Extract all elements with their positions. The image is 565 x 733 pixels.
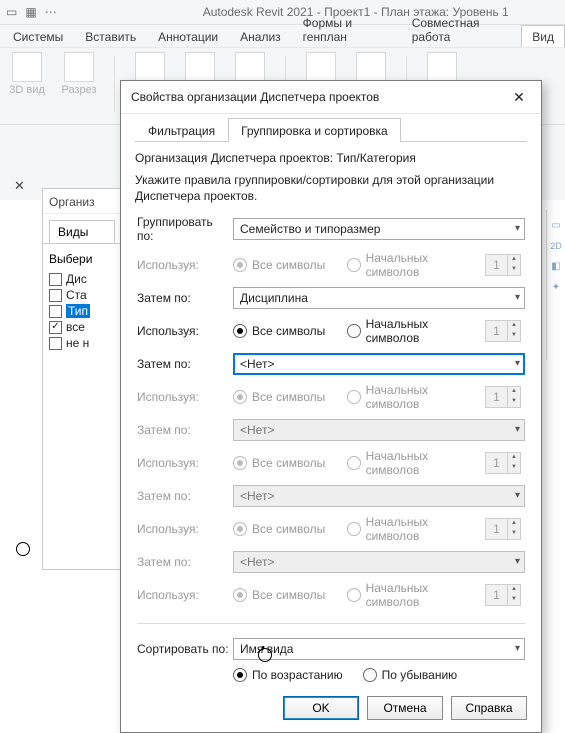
combo-group-4: <Нет>▾ — [233, 419, 525, 441]
chevron-down-icon: ▾ — [515, 223, 520, 234]
dialog-close-button[interactable]: ✕ — [505, 85, 533, 109]
label-using: Используя: — [135, 379, 231, 415]
cursor-indicator — [16, 542, 30, 556]
radio-all-chars-6: Все символы — [233, 588, 325, 602]
combo-group-3[interactable]: <Нет>▾ — [233, 353, 525, 375]
spin-leading-4: 1▲▼ — [485, 452, 521, 474]
label-then-by: Затем по: — [135, 349, 231, 379]
radio-leading-chars-3: Начальных символов — [347, 383, 481, 411]
label-group-by: Группировать по: — [135, 211, 231, 247]
label-using: Используя: — [135, 577, 231, 613]
radio-leading-chars-1: Начальных символов — [347, 251, 481, 279]
combo-group-5: <Нет>▾ — [233, 485, 525, 507]
cancel-button[interactable]: Отмена — [367, 696, 443, 720]
chevron-down-icon: ▾ — [515, 643, 520, 654]
label-using: Используя: — [135, 445, 231, 481]
cursor-indicator — [258, 648, 272, 662]
combo-group-1[interactable]: Семейство и типоразмер▾ — [233, 218, 525, 240]
dialog-info-1: Организация Диспетчера проектов: Тип/Кат… — [135, 150, 527, 166]
radio-all-chars-4: Все символы — [233, 456, 325, 470]
combo-sort[interactable]: Имя вида▾ — [233, 638, 525, 660]
dialog-info-2: Укажите правила группировки/сортировки д… — [135, 172, 527, 204]
radio-all-chars-3: Все символы — [233, 390, 325, 404]
label-using: Используя: — [135, 247, 231, 283]
label-using: Используя: — [135, 511, 231, 547]
radio-leading-chars-2[interactable]: Начальных символов — [347, 317, 481, 345]
radio-leading-chars-5: Начальных символов — [347, 515, 481, 543]
label-then-by: Затем по: — [135, 481, 231, 511]
label-then-by: Затем по: — [135, 415, 231, 445]
chevron-down-icon: ▾ — [515, 358, 520, 369]
tab-grouping-sorting[interactable]: Группировка и сортировка — [228, 118, 401, 142]
label-then-by: Затем по: — [135, 547, 231, 577]
label-using: Используя: — [135, 313, 231, 349]
combo-group-6: <Нет>▾ — [233, 551, 525, 573]
label-sort-by: Сортировать по: — [135, 634, 231, 664]
combo-group-2[interactable]: Дисциплина▾ — [233, 287, 525, 309]
label-then-by: Затем по: — [135, 283, 231, 313]
chevron-down-icon: ▾ — [515, 292, 520, 303]
radio-all-chars-5: Все символы — [233, 522, 325, 536]
browser-org-dialog: Свойства организации Диспетчера проектов… — [120, 80, 542, 733]
radio-leading-chars-4: Начальных символов — [347, 449, 481, 477]
chevron-down-icon: ▾ — [515, 424, 520, 435]
help-button[interactable]: Справка — [451, 696, 527, 720]
spin-leading-3: 1▲▼ — [485, 386, 521, 408]
spin-leading-6: 1▲▼ — [485, 584, 521, 606]
spin-leading-5: 1▲▼ — [485, 518, 521, 540]
radio-all-chars-1: Все символы — [233, 258, 325, 272]
tab-filtering[interactable]: Фильтрация — [135, 118, 228, 142]
radio-leading-chars-6: Начальных символов — [347, 581, 481, 609]
spin-leading-1: 1▲▼ — [485, 254, 521, 276]
ok-button[interactable]: OK — [283, 696, 359, 720]
chevron-down-icon: ▾ — [515, 490, 520, 501]
spin-leading-2: 1▲▼ — [485, 320, 521, 342]
chevron-down-icon: ▾ — [515, 556, 520, 567]
dialog-title: Свойства организации Диспетчера проектов — [131, 90, 505, 104]
radio-sort-desc[interactable]: По убыванию — [363, 668, 458, 682]
radio-all-chars-2[interactable]: Все символы — [233, 324, 325, 338]
radio-sort-asc[interactable]: По возрастанию — [233, 668, 343, 682]
